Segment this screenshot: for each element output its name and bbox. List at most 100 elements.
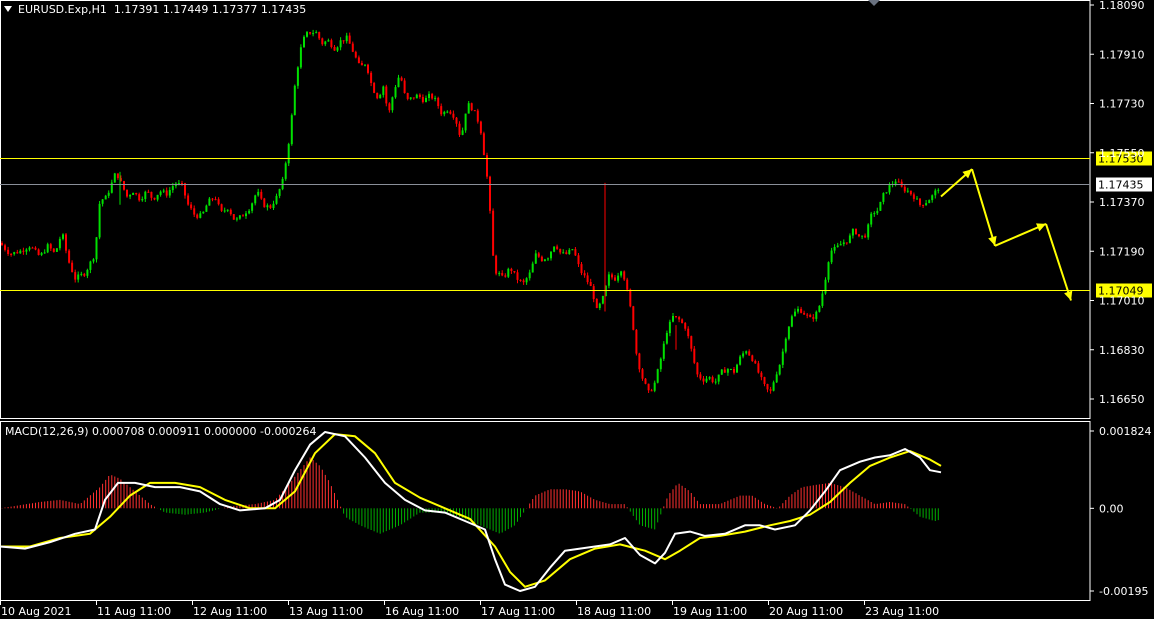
- candle-body: [626, 279, 629, 290]
- candle: [214, 196, 217, 201]
- candle-body: [489, 176, 491, 211]
- candle: [49, 242, 52, 251]
- candle: [455, 117, 458, 127]
- candle: [632, 305, 635, 331]
- candle: [156, 194, 159, 202]
- candle-body: [28, 247, 31, 250]
- chart-canvas[interactable]: 1.175301.170491.17435 1.18090 1.17910 1.17…: [0, 0, 1154, 619]
- candle: [25, 248, 28, 255]
- candle: [1, 241, 3, 246]
- ohlc-values: 1.17391 1.17449 1.17377 1.17435: [113, 3, 307, 16]
- candle: [397, 74, 400, 88]
- candle-body: [55, 248, 58, 252]
- candle-body: [461, 130, 464, 135]
- menu-triangle-icon[interactable]: [4, 6, 12, 12]
- candle: [80, 271, 83, 277]
- candle: [77, 271, 80, 283]
- candle: [345, 32, 348, 44]
- candle-body: [68, 250, 71, 263]
- candle-body: [577, 255, 580, 265]
- candle: [388, 102, 391, 113]
- candle: [894, 179, 897, 187]
- candle: [684, 322, 687, 331]
- candle: [519, 279, 522, 282]
- candle-body: [16, 252, 19, 254]
- candle-body: [495, 255, 498, 274]
- candle: [916, 196, 918, 200]
- candle-body: [760, 372, 763, 378]
- candle-body: [720, 369, 723, 375]
- candle-body: [885, 192, 888, 194]
- price-axis: 1.18090 1.17910 1.17730 1.17550 1.17370 1.171…: [0, 0, 1152, 618]
- candle-body: [510, 268, 513, 271]
- candle-body: [226, 209, 229, 211]
- candle: [19, 249, 22, 254]
- candle: [278, 188, 281, 199]
- candle: [348, 32, 351, 44]
- candle-body: [364, 64, 366, 66]
- candle: [153, 197, 156, 201]
- candle: [611, 272, 613, 280]
- candle: [364, 64, 366, 67]
- candle-body: [690, 336, 693, 349]
- candle-body: [775, 374, 778, 383]
- candle-body: [912, 194, 915, 199]
- candle-body: [763, 377, 766, 384]
- candle-body: [400, 77, 403, 81]
- candle: [675, 316, 677, 319]
- candle-body: [196, 214, 199, 218]
- candle: [851, 228, 854, 239]
- candle: [534, 250, 537, 264]
- candle-body: [263, 198, 266, 208]
- candle: [540, 255, 543, 262]
- candle-body: [842, 242, 845, 245]
- candle: [531, 261, 534, 273]
- candle: [623, 270, 626, 281]
- candle: [513, 271, 516, 274]
- y-tick-label: 1.17910: [1099, 48, 1145, 61]
- candle-body: [220, 204, 223, 211]
- candle: [665, 330, 668, 345]
- candle: [723, 367, 726, 373]
- candle: [52, 248, 55, 253]
- candle-body: [284, 163, 287, 179]
- candle: [528, 269, 531, 281]
- candle: [373, 81, 376, 94]
- candle-body: [781, 351, 784, 365]
- candle-body: [693, 348, 696, 363]
- candle-body: [650, 390, 653, 392]
- candle-body: [714, 381, 717, 383]
- candle: [327, 38, 330, 42]
- candle-body: [330, 40, 333, 47]
- candle-body: [653, 382, 656, 391]
- candle-body: [611, 274, 613, 278]
- candle-body: [592, 286, 595, 299]
- candle: [34, 246, 37, 251]
- candle-body: [537, 253, 540, 257]
- candle-body: [153, 197, 156, 200]
- candle: [303, 35, 305, 48]
- candle-body: [516, 272, 519, 280]
- candle: [257, 188, 260, 197]
- candle: [781, 348, 784, 368]
- candle: [510, 267, 513, 274]
- candle: [284, 161, 287, 181]
- candle-body: [678, 317, 681, 320]
- candle-body: [821, 293, 824, 306]
- candle: [476, 108, 479, 124]
- candle: [842, 239, 845, 247]
- candle: [626, 277, 629, 292]
- candle: [562, 249, 565, 254]
- candle-body: [229, 209, 232, 215]
- candle-body: [702, 378, 705, 382]
- candle-body: [797, 308, 799, 312]
- candle: [403, 78, 406, 94]
- candle-body: [751, 355, 754, 361]
- candle: [58, 236, 61, 251]
- candle: [351, 41, 354, 53]
- candle-body: [190, 204, 193, 209]
- y-tick-label: 1.16650: [1099, 393, 1145, 406]
- candle: [653, 380, 656, 393]
- candle-body: [385, 86, 388, 104]
- candle-body: [696, 362, 699, 375]
